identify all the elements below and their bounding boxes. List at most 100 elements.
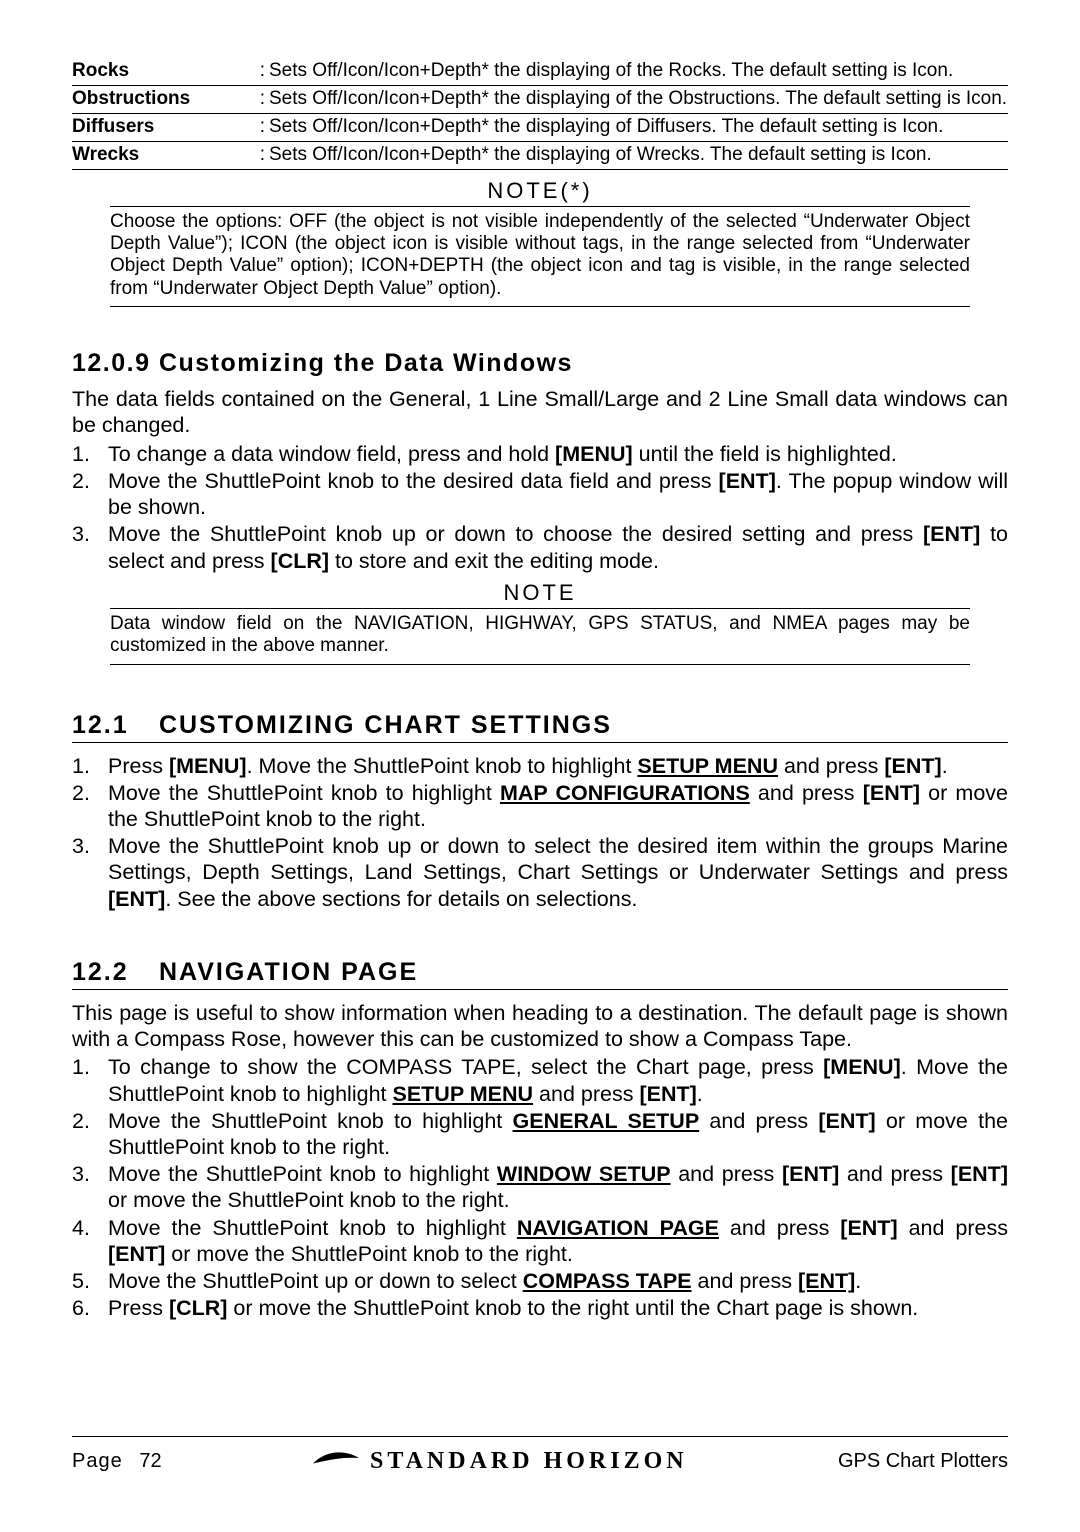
- key-label: [ENT]: [782, 1162, 839, 1186]
- list-item: Move the ShuttlePoint knob to highlight …: [108, 1108, 1008, 1160]
- key-label: [CLR]: [271, 549, 330, 573]
- def-term: Rocks: [72, 58, 257, 85]
- menu-ref: SETUP MENU: [392, 1082, 533, 1106]
- step-text: Move the ShuttlePoint knob to highlight: [108, 1109, 513, 1133]
- def-term: Diffusers: [72, 113, 257, 141]
- key-label: [MENU]: [169, 754, 247, 778]
- list-item: Press [MENU]. Move the ShuttlePoint knob…: [108, 753, 1008, 779]
- brand: STANDARD HORIZON: [312, 1447, 688, 1476]
- step-text: and press: [671, 1162, 782, 1186]
- step-text: and press: [750, 781, 863, 805]
- page-footer: Page 72 STANDARD HORIZON GPS Chart Plott…: [72, 1436, 1008, 1476]
- key-label: [CLR]: [169, 1296, 228, 1320]
- key-label: [ENT]: [108, 887, 165, 911]
- def-colon: :: [257, 58, 269, 85]
- step-text: and press: [839, 1162, 950, 1186]
- heading-title: CUSTOMIZING CHART SETTINGS: [159, 711, 612, 739]
- step-text: . Move the ShuttlePoint knob to highligh…: [247, 754, 638, 778]
- step-text: Press: [108, 1296, 169, 1320]
- step-text: or move the ShuttlePoint knob to the rig…: [227, 1296, 918, 1320]
- def-desc: Sets Off/Icon/Icon+Depth* the displaying…: [269, 58, 1008, 85]
- list-item: To change to show the COMPASS TAPE, sele…: [108, 1054, 1008, 1106]
- heading-title: NAVIGATION PAGE: [159, 958, 418, 986]
- def-colon: :: [257, 141, 269, 169]
- menu-ref: GENERAL SETUP: [513, 1109, 700, 1133]
- key-label: [ENT]: [863, 781, 920, 805]
- brand-text: STANDARD HORIZON: [370, 1448, 688, 1475]
- table-row: Diffusers : Sets Off/Icon/Icon+Depth* th…: [72, 113, 1008, 141]
- definitions-table: Rocks : Sets Off/Icon/Icon+Depth* the di…: [72, 58, 1008, 170]
- step-text: to store and exit the editing mode.: [329, 549, 659, 573]
- page-number: 72: [139, 1450, 161, 1472]
- heading-number: 12.2: [72, 958, 150, 987]
- key-label: [ENT]: [923, 522, 980, 546]
- page: Rocks : Sets Off/Icon/Icon+Depth* the di…: [0, 0, 1080, 1532]
- key-label: [ENT]: [951, 1162, 1008, 1186]
- lead-12-2: This page is useful to show information …: [72, 1000, 1008, 1052]
- key-label: [ENT]: [719, 469, 776, 493]
- heading-12-0-9: 12.0.9 Customizing the Data Windows: [72, 349, 1008, 378]
- key-label: [ENT]: [639, 1082, 696, 1106]
- heading-12-2: 12.2 NAVIGATION PAGE: [72, 958, 1008, 990]
- list-item: Press [CLR] or move the ShuttlePoint kno…: [108, 1295, 1008, 1321]
- step-text: .: [855, 1269, 861, 1293]
- heading-number: 12.1: [72, 711, 150, 740]
- menu-ref: MAP CONFIGURATIONS: [500, 781, 750, 805]
- menu-ref: SETUP MENU: [637, 754, 778, 778]
- step-text: Move the ShuttlePoint knob to highlight: [108, 1216, 517, 1240]
- step-text: and press: [533, 1082, 639, 1106]
- table-row: Obstructions : Sets Off/Icon/Icon+Depth*…: [72, 85, 1008, 113]
- key-label: [ENT]: [798, 1269, 855, 1293]
- step-text: and press: [719, 1216, 840, 1240]
- footer-rule: [72, 1436, 1008, 1437]
- list-item: Move the ShuttlePoint knob to highlight …: [108, 1215, 1008, 1267]
- key-label: [ENT]: [840, 1216, 897, 1240]
- note-body: Data window field on the NAVIGATION, HIG…: [110, 608, 970, 665]
- step-text: To change a data window field, press and…: [108, 442, 555, 466]
- key-label: [ENT]: [884, 754, 941, 778]
- list-item: Move the ShuttlePoint knob to highlight …: [108, 780, 1008, 832]
- heading-12-1: 12.1 CUSTOMIZING CHART SETTINGS: [72, 711, 1008, 743]
- table-row: Rocks : Sets Off/Icon/Icon+Depth* the di…: [72, 58, 1008, 85]
- def-desc: Sets Off/Icon/Icon+Depth* the displaying…: [269, 113, 1008, 141]
- step-text: or move the ShuttlePoint knob to the rig…: [165, 1242, 573, 1266]
- step-text: Move the ShuttlePoint knob to highlight: [108, 781, 500, 805]
- steps-12-0-9: To change a data window field, press and…: [72, 441, 1008, 574]
- table-row: Wrecks : Sets Off/Icon/Icon+Depth* the d…: [72, 141, 1008, 169]
- step-text: and press: [778, 754, 884, 778]
- def-desc: Sets Off/Icon/Icon+Depth* the displaying…: [269, 141, 1008, 169]
- list-item: Move the ShuttlePoint knob up or down to…: [108, 833, 1008, 912]
- list-item: Move the ShuttlePoint up or down to sele…: [108, 1268, 1008, 1294]
- step-text: Move the ShuttlePoint knob to highlight: [108, 1162, 497, 1186]
- page-label: Page: [72, 1450, 123, 1472]
- menu-ref: WINDOW SETUP: [497, 1162, 671, 1186]
- step-text: and press: [692, 1269, 798, 1293]
- step-text: Press: [108, 754, 169, 778]
- steps-12-2: To change to show the COMPASS TAPE, sele…: [72, 1054, 1008, 1321]
- brand-swoosh-icon: [312, 1447, 360, 1476]
- step-text: and press: [898, 1216, 1008, 1240]
- def-colon: :: [257, 85, 269, 113]
- step-text: .: [942, 754, 948, 778]
- note-heading: NOTE: [72, 580, 1008, 606]
- list-item: Move the ShuttlePoint knob to highlight …: [108, 1161, 1008, 1213]
- menu-ref: COMPASS TAPE: [523, 1269, 692, 1293]
- note-star-body: Choose the options: OFF (the object is n…: [110, 206, 970, 308]
- list-item: Move the ShuttlePoint knob to the desire…: [108, 468, 1008, 520]
- steps-12-1: Press [MENU]. Move the ShuttlePoint knob…: [72, 753, 1008, 912]
- note-star-heading: NOTE(*): [72, 178, 1008, 204]
- list-item: Move the ShuttlePoint knob up or down to…: [108, 521, 1008, 573]
- step-text: Move the ShuttlePoint knob to the desire…: [108, 469, 719, 493]
- lead-12-0-9: The data fields contained on the General…: [72, 386, 1008, 438]
- list-item: To change a data window field, press and…: [108, 441, 1008, 467]
- key-label: [MENU]: [823, 1055, 901, 1079]
- step-text: Move the ShuttlePoint up or down to sele…: [108, 1269, 523, 1293]
- step-text: and press: [699, 1109, 818, 1133]
- key-label: [ENT]: [108, 1242, 165, 1266]
- step-text: until the field is highlighted.: [633, 442, 897, 466]
- footer-left: Page 72: [72, 1450, 162, 1473]
- step-text: To change to show the COMPASS TAPE, sele…: [108, 1055, 823, 1079]
- menu-ref: NAVIGATION PAGE: [517, 1216, 719, 1240]
- key-label: [ENT]: [818, 1109, 875, 1133]
- step-text: Move the ShuttlePoint knob up or down to…: [108, 522, 923, 546]
